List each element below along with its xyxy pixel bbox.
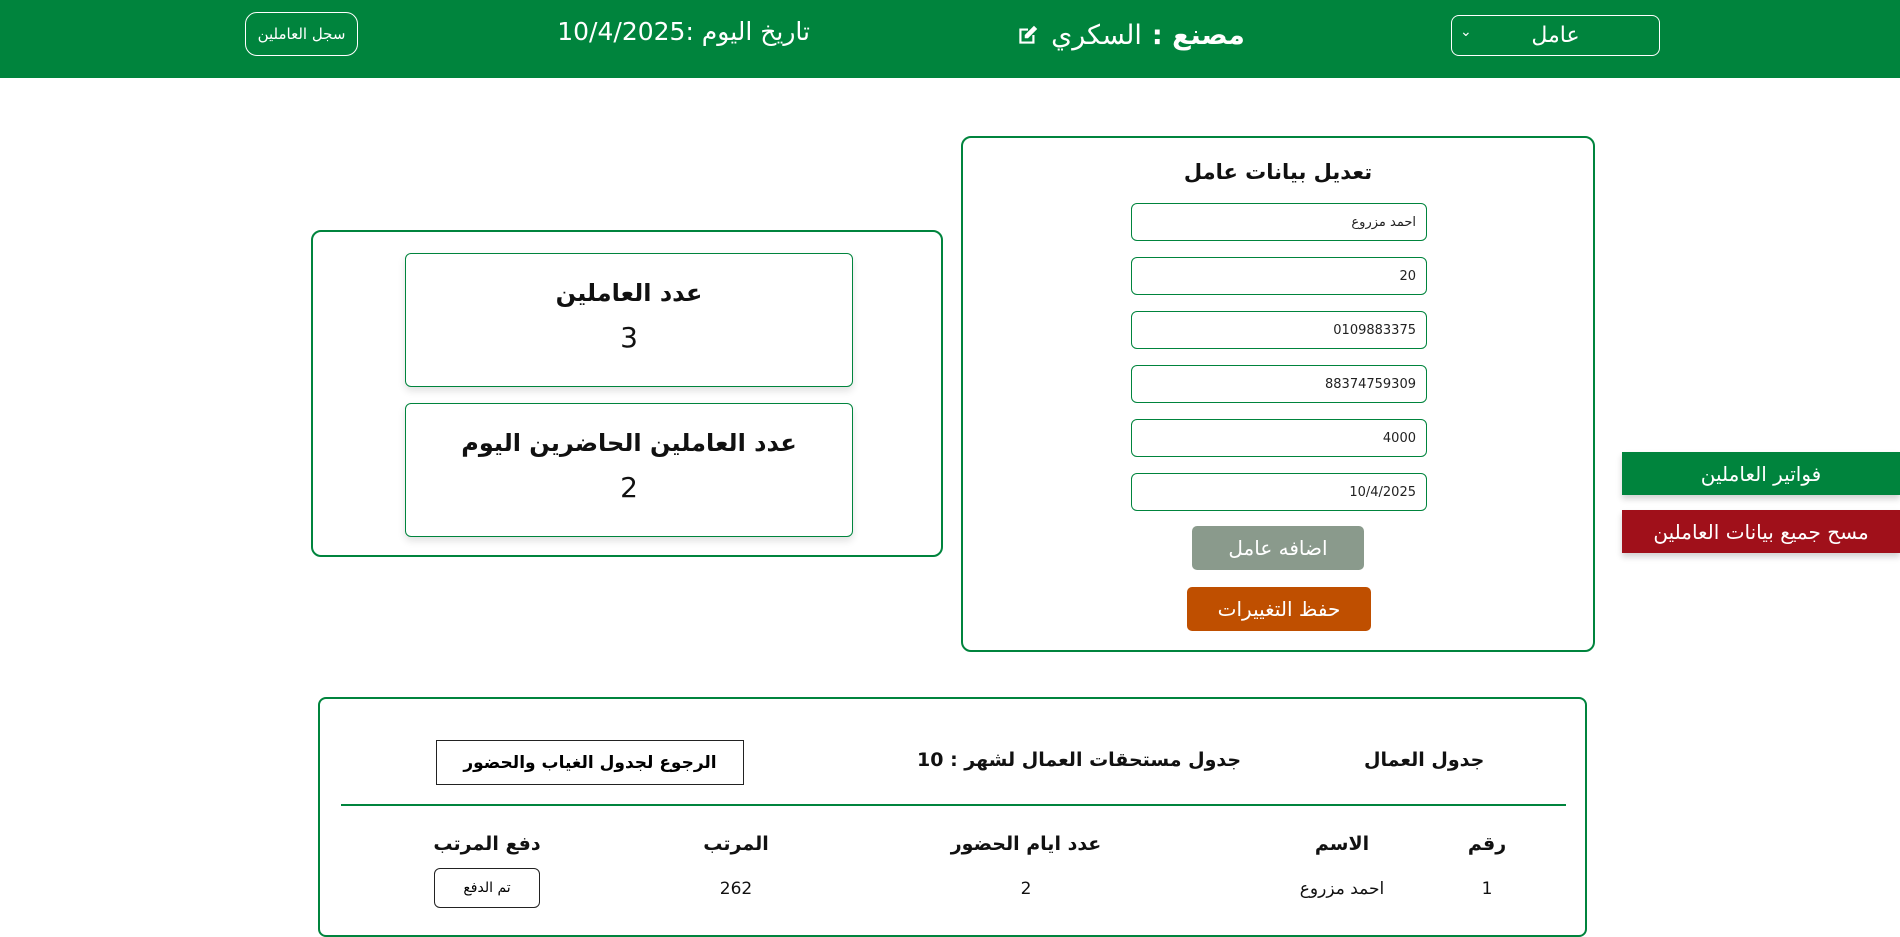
salary-field[interactable] bbox=[1131, 419, 1427, 457]
edit-worker-title: تعديل بيانات عامل bbox=[1183, 160, 1373, 184]
top-bar: سجل العاملين تاريخ اليوم :10/4/2025 مصنع… bbox=[0, 0, 1900, 78]
factory-title: مصنع : السكري bbox=[1019, 15, 1245, 55]
factory-label: مصنع : bbox=[1151, 19, 1245, 51]
edit-icon[interactable] bbox=[1015, 22, 1041, 48]
age-field[interactable] bbox=[1131, 257, 1427, 295]
chevron-down-icon: ⌄ bbox=[1460, 24, 1472, 40]
stats-panel: عدد العاملين 3 عدد العاملين الحاضرين الي… bbox=[311, 230, 943, 557]
national-id-field[interactable] bbox=[1131, 365, 1427, 403]
divider bbox=[341, 804, 1566, 806]
worker-invoices-button[interactable]: فواتير العاملين bbox=[1622, 452, 1900, 495]
row-1-num: 1 bbox=[1481, 879, 1493, 899]
paid-button[interactable]: تم الدفع bbox=[434, 868, 540, 908]
role-select-value: عامل bbox=[1531, 23, 1580, 48]
factory-name: السكري bbox=[1051, 19, 1142, 51]
column-header-num: رقم bbox=[1467, 833, 1507, 855]
today-date: تاريخ اليوم :10/4/2025 bbox=[557, 17, 810, 46]
phone-field[interactable] bbox=[1131, 311, 1427, 349]
workers-count-value: 3 bbox=[620, 321, 638, 354]
edit-worker-panel: تعديل بيانات عامل اضافه عامل حفظ التغيير… bbox=[961, 136, 1595, 652]
row-1-salary: 262 bbox=[719, 879, 753, 899]
add-worker-button[interactable]: اضافه عامل bbox=[1192, 526, 1364, 570]
dues-table-title: جدول مستحقات العمال لشهر : 10 bbox=[917, 749, 1242, 771]
column-header-pay: دفع المرتب bbox=[433, 833, 541, 855]
workers-count-card: عدد العاملين 3 bbox=[405, 253, 853, 387]
role-select[interactable]: ⌄ عامل bbox=[1451, 15, 1660, 56]
date-field[interactable] bbox=[1131, 473, 1427, 511]
present-count-card: عدد العاملين الحاضرين اليوم 2 bbox=[405, 403, 853, 537]
workers-count-title: عدد العاملين bbox=[555, 279, 703, 307]
name-field[interactable] bbox=[1131, 203, 1427, 241]
workers-log-button[interactable]: سجل العاملين bbox=[245, 12, 358, 56]
column-header-days: عدد ايام الحضور bbox=[950, 833, 1102, 855]
back-to-attendance-button[interactable]: الرجوع لجدول الغياب والحضور bbox=[436, 740, 744, 785]
present-count-value: 2 bbox=[620, 471, 638, 504]
column-header-name: الاسم bbox=[1314, 833, 1370, 855]
column-header-salary: المرتب bbox=[703, 833, 769, 855]
row-1-name: احمد مزروع bbox=[1299, 879, 1385, 899]
present-count-title: عدد العاملين الحاضرين اليوم bbox=[461, 429, 797, 457]
delete-all-workers-button[interactable]: مسح جميع بيانات العاملين bbox=[1622, 510, 1900, 553]
row-1-days: 2 bbox=[1020, 879, 1032, 899]
workers-dues-panel: جدول العمال جدول مستحقات العمال لشهر : 1… bbox=[318, 697, 1587, 937]
workers-table-title: جدول العمال bbox=[1364, 749, 1485, 771]
save-changes-button[interactable]: حفظ التغييرات bbox=[1187, 587, 1371, 631]
